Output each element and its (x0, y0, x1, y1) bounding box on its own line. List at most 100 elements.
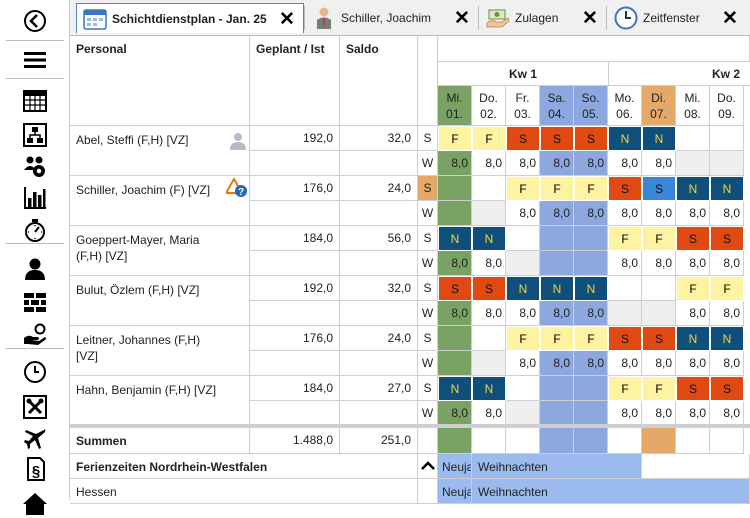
shift-cell[interactable]: F (642, 226, 676, 251)
shift-cell[interactable]: S (710, 376, 744, 401)
hours-cell[interactable]: 8,0 (472, 401, 506, 426)
employee-name[interactable]: Goeppert-Mayer, Maria (F,H) [VZ] (76, 232, 224, 264)
hours-cell[interactable] (438, 201, 472, 226)
shift-cell[interactable] (608, 276, 642, 301)
hours-cell[interactable] (472, 201, 506, 226)
chevron-up-icon[interactable] (418, 454, 438, 479)
shift-cell[interactable] (438, 176, 472, 201)
hours-cell[interactable] (540, 401, 574, 426)
hours-cell[interactable]: 8,0 (540, 351, 574, 376)
hours-cell[interactable]: 8,0 (642, 251, 676, 276)
sidebar-stopwatch-button[interactable] (15, 216, 55, 244)
shift-cell[interactable]: S (540, 126, 574, 151)
shift-cell[interactable]: S (438, 276, 472, 301)
shift-cell[interactable] (506, 376, 540, 401)
shift-cell[interactable]: S (676, 226, 710, 251)
shift-cell[interactable]: N (642, 126, 676, 151)
hours-cell[interactable] (642, 301, 676, 326)
employee-name[interactable]: Hahn, Benjamin (F,H) [VZ] (76, 382, 224, 398)
shift-cell[interactable]: N (540, 276, 574, 301)
hours-cell[interactable]: 8,0 (506, 351, 540, 376)
sidebar-home-button[interactable] (15, 490, 55, 518)
tab-zeitfenster[interactable]: Zeitfenster ✕ (608, 3, 746, 33)
shift-cell[interactable]: S (506, 126, 540, 151)
hours-cell[interactable]: 8,0 (710, 251, 744, 276)
hours-cell[interactable]: 8,0 (676, 351, 710, 376)
employee-name[interactable]: Abel, Steffi (F,H) [VZ] (76, 132, 224, 148)
hours-cell[interactable]: 8,0 (608, 201, 642, 226)
hours-cell[interactable] (574, 401, 608, 426)
hours-cell[interactable]: 8,0 (574, 151, 608, 176)
shift-cell[interactable] (472, 326, 506, 351)
hours-cell[interactable]: 8,0 (608, 401, 642, 426)
shift-cell[interactable] (540, 376, 574, 401)
shift-cell[interactable]: N (676, 326, 710, 351)
close-icon[interactable]: ✕ (277, 9, 297, 30)
sidebar-bricks-button[interactable] (15, 288, 55, 316)
hours-cell[interactable]: 8,0 (608, 351, 642, 376)
shift-cell[interactable]: S (608, 176, 642, 201)
hours-cell[interactable]: 8,0 (642, 201, 676, 226)
shift-cell[interactable]: S (608, 326, 642, 351)
hours-cell[interactable]: 8,0 (676, 401, 710, 426)
shift-cell[interactable]: N (438, 226, 472, 251)
tab-schiller[interactable]: Schiller, Joachim ✕ (306, 3, 478, 33)
hours-cell[interactable]: 8,0 (642, 351, 676, 376)
hours-cell[interactable] (608, 301, 642, 326)
shift-cell[interactable] (574, 376, 608, 401)
shift-cell[interactable] (472, 176, 506, 201)
shift-cell[interactable]: S (472, 276, 506, 301)
hours-cell[interactable] (676, 151, 710, 176)
shift-cell[interactable] (438, 326, 472, 351)
shift-cell[interactable]: S (676, 376, 710, 401)
shift-cell[interactable] (642, 276, 676, 301)
employee-name[interactable]: Schiller, Joachim (F) [VZ] (76, 182, 224, 198)
hours-cell[interactable] (438, 351, 472, 376)
close-icon[interactable]: ✕ (580, 8, 600, 29)
shift-cell[interactable]: F (438, 126, 472, 151)
sidebar-person-button[interactable] (15, 255, 55, 283)
hours-cell[interactable]: 8,0 (506, 301, 540, 326)
hours-cell[interactable]: 8,0 (438, 151, 472, 176)
shift-cell[interactable] (574, 226, 608, 251)
shift-cell[interactable] (676, 126, 710, 151)
shift-cell[interactable]: F (676, 276, 710, 301)
shift-cell[interactable]: F (540, 176, 574, 201)
hours-cell[interactable]: 8,0 (710, 351, 744, 376)
tab-schichtdienstplan[interactable]: Schichtdienstplan - Jan. 25 ✕ (76, 3, 304, 33)
hours-cell[interactable]: 8,0 (642, 401, 676, 426)
shift-cell[interactable]: N (472, 376, 506, 401)
shift-cell[interactable]: N (438, 376, 472, 401)
shift-cell[interactable]: F (574, 326, 608, 351)
sidebar-statistics-button[interactable] (15, 184, 55, 212)
hours-cell[interactable]: 8,0 (506, 201, 540, 226)
hours-cell[interactable]: 8,0 (472, 151, 506, 176)
shift-cell[interactable]: S (642, 176, 676, 201)
hours-cell[interactable]: 8,0 (540, 301, 574, 326)
hours-cell[interactable] (540, 251, 574, 276)
close-icon[interactable]: ✕ (452, 8, 472, 29)
close-icon[interactable]: ✕ (720, 8, 740, 29)
hours-cell[interactable]: 8,0 (438, 301, 472, 326)
hours-cell[interactable]: 8,0 (540, 201, 574, 226)
shift-cell[interactable]: F (506, 326, 540, 351)
hours-cell[interactable]: 8,0 (608, 251, 642, 276)
hours-cell[interactable] (506, 251, 540, 276)
shift-cell[interactable]: N (506, 276, 540, 301)
sidebar-clock-button[interactable] (15, 358, 55, 386)
shift-cell[interactable]: N (676, 176, 710, 201)
sidebar-calendar-grid-button[interactable] (15, 87, 55, 115)
hours-cell[interactable]: 8,0 (540, 151, 574, 176)
sidebar-back-button[interactable] (15, 7, 55, 35)
shift-cell[interactable]: S (710, 226, 744, 251)
hours-cell[interactable]: 8,0 (608, 151, 642, 176)
tab-zulagen[interactable]: Zulagen ✕ (480, 3, 606, 33)
hours-cell[interactable]: 8,0 (676, 201, 710, 226)
sidebar-hand-coins-button[interactable] (15, 321, 55, 349)
hours-cell[interactable]: 8,0 (574, 201, 608, 226)
shift-cell[interactable] (506, 226, 540, 251)
employee-name[interactable]: Leitner, Johannes (F,H) [VZ] (76, 332, 224, 364)
shift-cell[interactable]: F (472, 126, 506, 151)
hours-cell[interactable]: 8,0 (574, 301, 608, 326)
hours-cell[interactable]: 8,0 (710, 301, 744, 326)
